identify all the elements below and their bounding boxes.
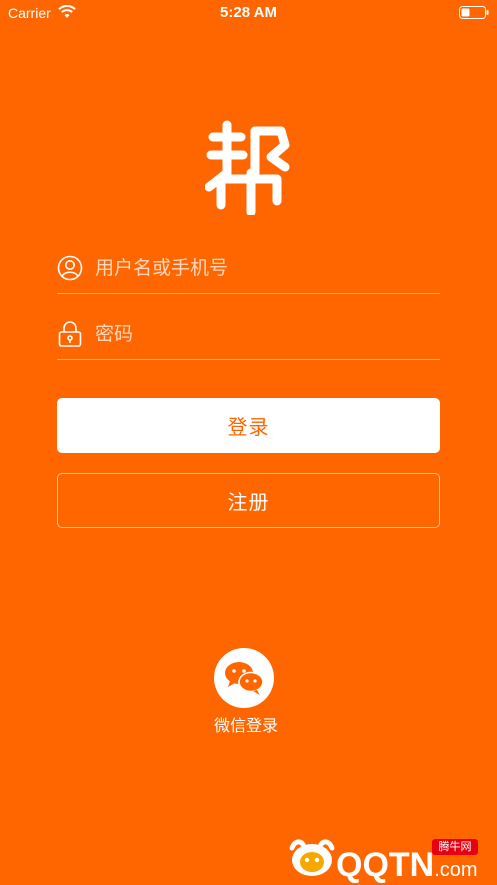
login-button[interactable]: 登录 — [57, 398, 440, 453]
register-button[interactable]: 注册 — [57, 473, 440, 528]
wechat-login-button[interactable] — [214, 648, 274, 708]
wechat-login[interactable]: 微信登录 — [198, 648, 298, 738]
battery-icon — [459, 6, 489, 19]
app-logo — [205, 120, 290, 215]
username-row — [57, 251, 440, 294]
watermark-badge: 腾牛网 — [432, 839, 478, 855]
status-time: 5:28 AM — [220, 4, 277, 21]
watermark-site-suffix: .com — [434, 859, 478, 881]
wechat-login-label: 微信登录 — [213, 716, 278, 735]
watermark-site-name: QQTN — [336, 846, 435, 884]
wechat-icon — [225, 662, 264, 695]
lock-icon — [58, 321, 82, 347]
password-row — [57, 317, 440, 360]
user-icon — [57, 255, 83, 281]
watermark-logo-icon — [289, 839, 335, 876]
password-input[interactable] — [95, 317, 435, 351]
watermark: QQTN.com 腾牛网 — [286, 830, 491, 884]
status-bar: Carrier 5:28 AM — [0, 0, 497, 26]
username-input[interactable] — [95, 251, 435, 285]
